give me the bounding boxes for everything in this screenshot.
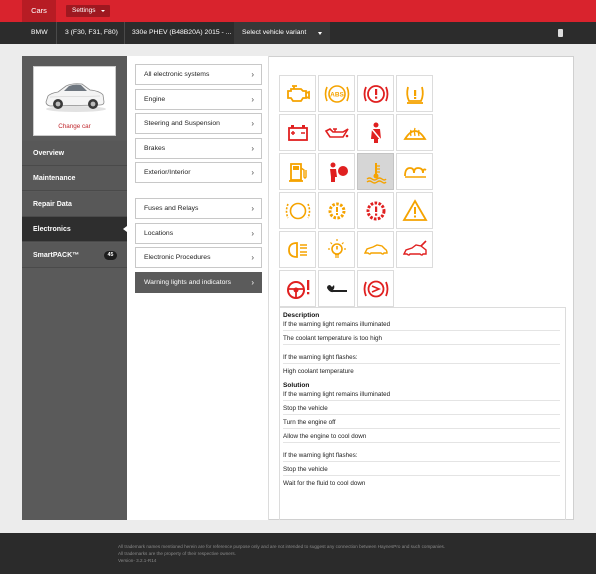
chevron-right-icon: › [251,253,254,262]
vehicle-variant-select[interactable]: Select vehicle variant [234,22,330,44]
engine-warning-icon[interactable] [279,75,316,112]
description-heading: Description [283,312,320,319]
menu-label: All electronic systems [144,71,210,78]
breadcrumb-engine[interactable]: 330e PHEV (B48B20A) 2015 - ... [132,22,231,44]
chevron-right-icon: › [251,70,254,79]
menu-label: Locations [144,230,174,237]
menu-engine[interactable]: Engine › [135,89,262,110]
chevron-right-icon: › [251,278,254,287]
sidebar-item-label: SmartPACK™ [33,252,80,259]
solution-line: Turn the engine off [283,419,560,429]
menu-label: Exterior/Interior [144,169,191,176]
description-line: If the warning light remains illuminated [283,321,560,331]
menu-label: Brakes [144,145,166,152]
description-line: If the warning light flashes: [283,354,560,364]
service-wrench-icon[interactable] [318,270,355,307]
electronics-menu: All electronic systems › Engine › Steering… [127,56,269,520]
fuel-warning-icon[interactable] [279,153,316,190]
footer-version: Version- 3.2.1-R14 [118,558,157,563]
description-line: The coolant temperature is too high [283,335,560,345]
chevron-right-icon: › [251,95,254,104]
settings-dropdown[interactable]: Settings [66,5,110,17]
footer-trademarks: All trademarks are the property of their… [118,551,236,556]
breadcrumb-make[interactable]: BMW [31,22,48,44]
battery-warning-icon[interactable] [279,114,316,151]
footer-disclaimer: All trademark names mentioned herein are… [118,544,446,549]
document-icon[interactable] [558,29,563,37]
brake-pad-wear-icon[interactable] [279,192,316,229]
svg-text:ABS: ABS [330,92,344,99]
chevron-right-icon: › [251,144,254,153]
solution-line: If the warning light flashes: [283,452,560,462]
headlight-range-icon[interactable] [279,231,316,268]
tyre-pressure-icon[interactable] [396,75,433,112]
breadcrumb-divider [124,22,125,44]
solution-line: Stop the vehicle [283,405,560,415]
bonnet-open-icon[interactable] [396,231,433,268]
chevron-right-icon: › [251,168,254,177]
menu-label: Steering and Suspension [144,120,220,127]
menu-steering-suspension[interactable]: Steering and Suspension › [135,113,262,134]
menu-exterior-interior[interactable]: Exterior/Interior › [135,162,262,183]
solution-line: Wait for the fluid to cool down [283,480,366,487]
footer: All trademark names mentioned herein are… [0,533,596,574]
settings-label: Settings [72,7,96,14]
count-badge: 45 [104,251,117,260]
menu-brakes[interactable]: Brakes › [135,138,262,159]
chevron-down-icon [318,32,322,35]
menu-warning-lights[interactable]: Warning lights and indicators › [135,272,262,293]
steering-warning-icon[interactable] [279,270,316,307]
menu-label: Warning lights and indicators [144,279,232,286]
sidebar-item-electronics[interactable]: Electronics [22,217,127,242]
chevron-right-icon: › [251,119,254,128]
car-image [45,83,106,112]
gearbox-warning-icon[interactable] [318,192,355,229]
menu-fuses-relays[interactable]: Fuses and Relays › [135,198,262,219]
chevron-right-icon: › [251,204,254,213]
solution-line: Allow the engine to cool down [283,433,560,443]
breadcrumb-divider [56,22,57,44]
tab-cars[interactable]: Cars [22,0,56,22]
menu-all-electronic-systems[interactable]: All electronic systems › [135,64,262,85]
coolant-temperature-icon[interactable] [357,153,394,190]
airbag-warning-icon[interactable] [318,153,355,190]
solution-line: Stop the vehicle [283,466,560,476]
chevron-down-icon [101,10,105,12]
windscreen-heating-icon[interactable] [396,114,433,151]
solution-line: If the warning light remains illuminated [283,391,560,401]
general-warning-icon[interactable] [396,192,433,229]
parking-brake-icon[interactable] [357,270,394,307]
oil-pressure-icon[interactable] [318,114,355,151]
vehicle-card[interactable]: Change car [33,66,116,136]
breadcrumb: BMW 3 (F30, F31, F80) 330e PHEV (B48B20A… [0,22,596,44]
sidebar-item-repair-data[interactable]: Repair Data [22,192,127,217]
menu-locations[interactable]: Locations › [135,223,262,244]
menu-label: Engine [144,96,166,103]
change-car-link[interactable]: Change car [34,123,115,130]
brake-warning-icon[interactable] [357,75,394,112]
description-line: High coolant temperature [283,368,354,375]
hybrid-system-warning-icon[interactable] [357,192,394,229]
chevron-right-icon: › [251,229,254,238]
vehicle-variant-label: Select vehicle variant [242,29,307,36]
breadcrumb-model[interactable]: 3 (F30, F31, F80) [65,22,118,44]
menu-label: Fuses and Relays [144,205,199,212]
solution-heading: Solution [283,382,310,389]
vehicle-lift-icon[interactable] [357,231,394,268]
menu-electronic-procedures[interactable]: Electronic Procedures › [135,247,262,268]
sidebar-item-smartpack[interactable]: SmartPACK™ 45 [22,243,127,268]
exterior-bulb-failure-icon[interactable] [318,231,355,268]
seatbelt-warning-icon[interactable] [357,114,394,151]
glow-plug-icon[interactable] [396,153,433,190]
sidebar: Change car Overview Maintenance Repair D… [22,56,127,520]
abs-warning-icon[interactable]: ABS [318,75,355,112]
menu-label: Electronic Procedures [144,254,211,261]
sidebar-item-maintenance[interactable]: Maintenance [22,166,127,191]
top-navigation-bar: Cars Settings [0,0,596,22]
sidebar-item-overview[interactable]: Overview [22,141,127,166]
